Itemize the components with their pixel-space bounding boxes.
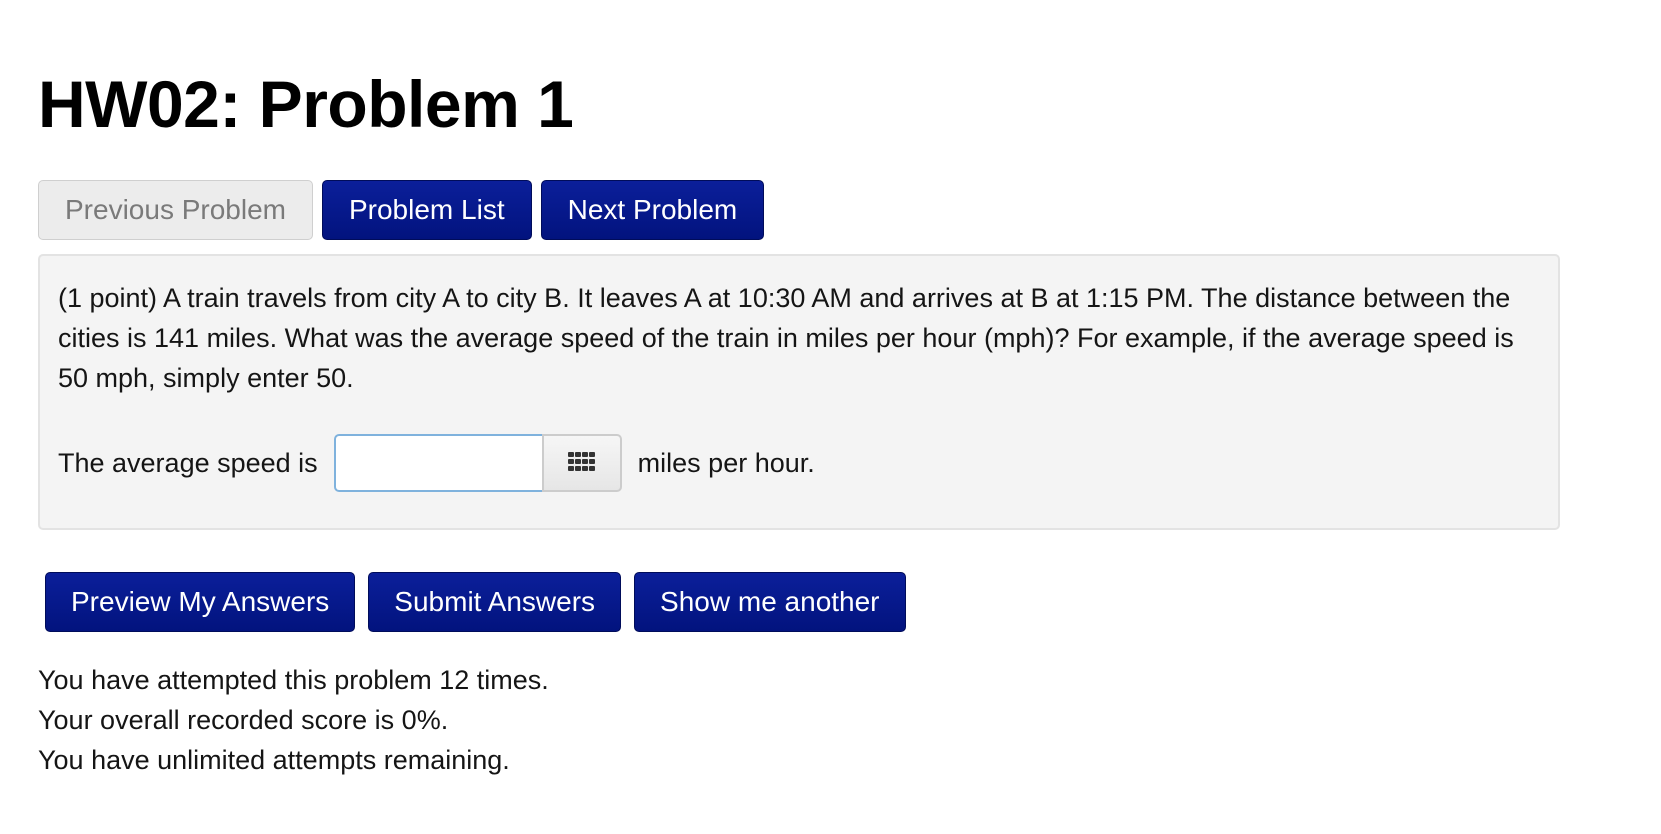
previous-problem-button[interactable]: Previous Problem	[38, 180, 313, 240]
page-title: HW02: Problem 1	[38, 67, 574, 141]
problem-navigation: Previous Problem Problem List Next Probl…	[38, 180, 765, 240]
answer-actions: Preview My Answers Submit Answers Show m…	[45, 572, 906, 632]
attempt-status: You have attempted this problem 12 times…	[38, 660, 549, 780]
preview-answers-button[interactable]: Preview My Answers	[45, 572, 356, 632]
keypad-toggle-button[interactable]	[541, 434, 622, 492]
problem-statement: (1 point) A train travels from city A to…	[58, 283, 1514, 393]
recorded-score-text: Your overall recorded score is 0%.	[38, 705, 449, 735]
show-another-button[interactable]: Show me another	[634, 572, 906, 632]
answer-suffix-label: miles per hour.	[637, 447, 815, 478]
keypad-grid-icon	[567, 448, 596, 479]
next-problem-button[interactable]: Next Problem	[540, 180, 765, 240]
submit-answers-button[interactable]: Submit Answers	[368, 572, 622, 632]
answer-prefix-label: The average speed is	[58, 447, 318, 478]
answer-row: The average speed is miles per hour.	[58, 434, 1540, 492]
problem-panel: (1 point) A train travels from city A to…	[38, 254, 1560, 530]
problem-list-button[interactable]: Problem List	[321, 180, 532, 240]
average-speed-input[interactable]	[333, 434, 542, 492]
attempts-count-text: You have attempted this problem 12 times…	[38, 665, 549, 695]
attempts-remaining-text: You have unlimited attempts remaining.	[38, 745, 510, 775]
